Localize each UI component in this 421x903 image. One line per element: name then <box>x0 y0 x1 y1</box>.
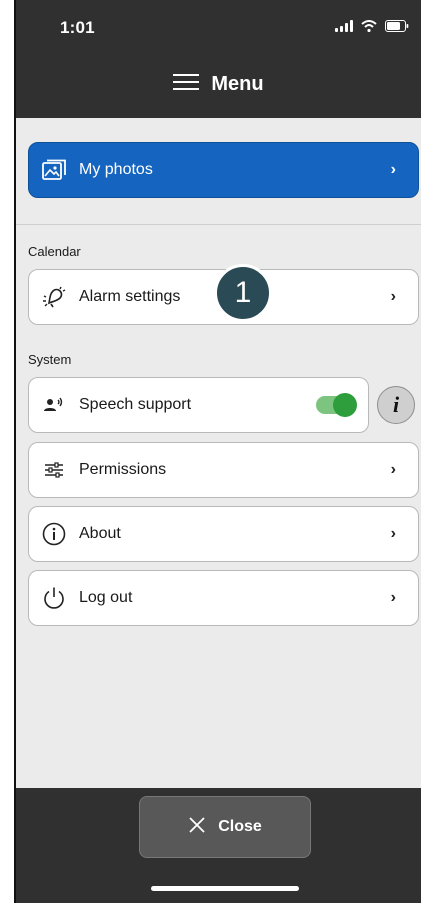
section-divider <box>16 224 421 225</box>
section-system: System <box>28 352 72 367</box>
speaking-person-icon <box>41 392 67 418</box>
speech-support-toggle[interactable] <box>316 393 357 417</box>
chevron-right-icon: › <box>390 525 396 542</box>
hamburger-icon[interactable] <box>173 73 200 96</box>
bell-ringing-icon <box>41 284 67 310</box>
power-icon <box>41 585 67 611</box>
chevron-right-icon: › <box>390 161 396 178</box>
phone-screen: 1:01 Menu My photos › Calendar Alarm set… <box>14 0 421 903</box>
chevron-right-icon: › <box>390 288 396 305</box>
wifi-icon <box>361 20 377 32</box>
my-photos-button[interactable]: My photos › <box>28 142 419 198</box>
permissions-label: Permissions <box>79 461 167 478</box>
log-out-button[interactable]: Log out › <box>28 570 419 626</box>
permissions-button[interactable]: Permissions › <box>28 442 419 498</box>
sliders-icon <box>41 457 67 483</box>
page-title: Menu <box>211 72 264 95</box>
close-label: Close <box>218 818 262 835</box>
my-photos-label: My photos <box>79 161 153 178</box>
step-number-badge: 1 <box>214 264 272 322</box>
home-indicator[interactable] <box>151 886 299 891</box>
speech-support-row: Speech support <box>28 377 369 433</box>
info-circle-icon <box>41 521 67 547</box>
status-icons <box>335 20 409 32</box>
section-calendar: Calendar <box>28 244 81 259</box>
chevron-right-icon: › <box>390 589 396 606</box>
close-button[interactable]: Close <box>139 796 311 858</box>
about-button[interactable]: About › <box>28 506 419 562</box>
photo-gallery-icon <box>41 157 67 183</box>
footer-bar: Close <box>16 788 421 903</box>
chevron-right-icon: › <box>390 461 396 478</box>
close-icon <box>188 816 206 839</box>
info-italic-icon: i <box>392 392 400 417</box>
signal-icon <box>335 20 353 32</box>
log-out-label: Log out <box>79 589 133 606</box>
speech-info-button[interactable]: i <box>377 386 415 424</box>
status-time: 1:01 <box>60 18 95 37</box>
about-label: About <box>79 525 121 542</box>
battery-icon <box>385 20 409 32</box>
menu-header: Menu <box>16 66 421 102</box>
speech-support-label: Speech support <box>79 396 192 413</box>
top-bar: 1:01 Menu <box>16 0 421 118</box>
